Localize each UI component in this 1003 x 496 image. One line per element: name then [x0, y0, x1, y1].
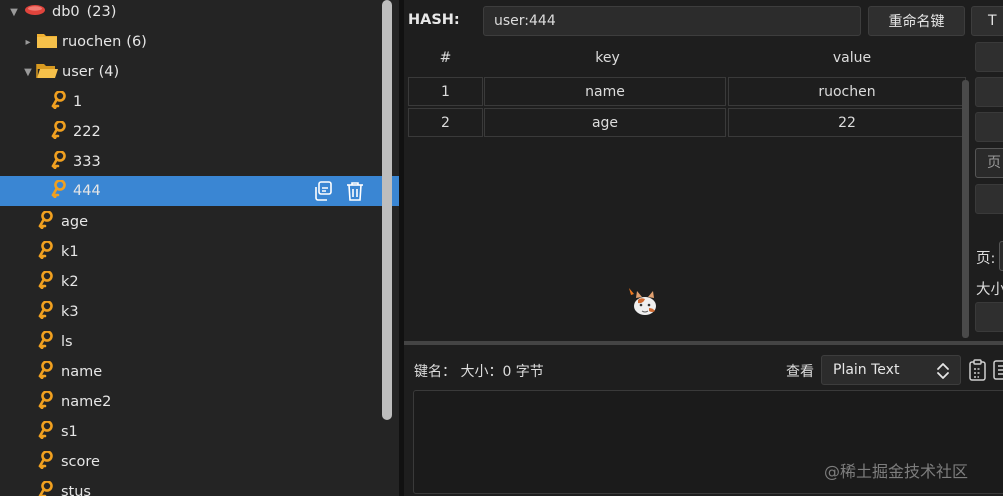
db-count: (23) — [86, 4, 117, 20]
tree-key-row[interactable]: k2 — [0, 267, 399, 297]
add-row-button[interactable] — [975, 42, 1003, 72]
hash-table: # key value 1 name ruochen 2 age 22 — [408, 40, 972, 340]
key-name: ls — [61, 334, 73, 350]
size-apply-button[interactable] — [975, 302, 1003, 332]
key-name: name2 — [61, 394, 112, 410]
key-icon — [51, 120, 67, 143]
key-icon — [51, 90, 67, 113]
cell-value: ruochen — [728, 77, 966, 106]
key-name: 333 — [73, 154, 101, 170]
tree-key-row-selected[interactable]: 444 — [0, 176, 399, 206]
key-name: 1 — [73, 94, 83, 110]
tree-folder-user[interactable]: ▼ user (4) — [0, 57, 399, 87]
tree-key-row[interactable]: 222 — [0, 117, 399, 147]
cell-index: 1 — [408, 77, 483, 106]
key-name: s1 — [61, 424, 78, 440]
tree-key-row[interactable]: 1 — [0, 87, 399, 117]
cell-key: name — [484, 77, 726, 106]
delete-row-button[interactable] — [975, 77, 1003, 107]
tree-key-row[interactable]: name — [0, 357, 399, 387]
key-icon — [38, 300, 54, 323]
key-type-label: HASH: — [408, 12, 460, 28]
format-selected-value: Plain Text — [833, 362, 900, 378]
key-icon — [38, 480, 54, 496]
folder-count: (4) — [98, 64, 120, 80]
key-name: score — [61, 454, 100, 470]
cell-key: age — [484, 108, 726, 137]
key-name: k1 — [61, 244, 79, 260]
tree-key-row[interactable]: ls — [0, 327, 399, 357]
tree-key-row[interactable]: score — [0, 447, 399, 477]
key-icon — [38, 390, 54, 413]
key-icon — [38, 270, 54, 293]
key-tree-panel: ▼ db0 (23) ▸ ruochen (6) ▼ user (4) 1 22… — [0, 0, 399, 496]
key-name: name — [61, 364, 103, 380]
db-name: db0 — [52, 4, 80, 20]
key-name-input[interactable] — [483, 6, 861, 36]
copy-value-icon[interactable] — [967, 358, 989, 386]
key-icon — [51, 150, 67, 173]
folder-open-icon — [36, 61, 58, 83]
rename-key-button[interactable]: 重命名键 — [868, 6, 965, 36]
tree-key-row[interactable]: s1 — [0, 417, 399, 447]
horizontal-splitter[interactable] — [404, 341, 1003, 345]
key-icon — [38, 360, 54, 383]
caret-down-icon[interactable]: ▼ — [22, 67, 34, 78]
tree-key-row[interactable]: age — [0, 207, 399, 237]
folder-closed-icon — [36, 31, 58, 53]
ttl-button[interactable]: T — [971, 6, 1003, 36]
reload-button[interactable] — [975, 112, 1003, 142]
key-name: k2 — [61, 274, 79, 290]
key-icon — [38, 330, 54, 353]
tree-key-row[interactable]: stus — [0, 477, 399, 496]
key-name-meta-label: 键名： — [414, 364, 456, 380]
delete-key-icon[interactable] — [344, 180, 366, 202]
tree-key-row[interactable]: k3 — [0, 297, 399, 327]
caret-right-icon[interactable]: ▸ — [22, 37, 34, 48]
watermark: @稀土掘金技术社区 — [824, 462, 969, 481]
cell-index: 2 — [408, 108, 483, 137]
key-detail-panel: HASH: 重命名键 T # key value 1 name ruochen … — [404, 0, 1003, 496]
updown-chevron-icon — [936, 361, 950, 385]
tree-scrollbar[interactable] — [382, 0, 392, 420]
key-icon — [38, 450, 54, 473]
database-icon — [24, 3, 46, 21]
key-name: 222 — [73, 124, 101, 140]
value-size-label: 大小：0 字节 — [460, 364, 544, 380]
column-header-key[interactable]: key — [487, 40, 728, 76]
copy-key-icon[interactable] — [312, 180, 334, 202]
tree-db-row[interactable]: ▼ db0 (23) — [0, 0, 399, 27]
folder-name: ruochen — [62, 34, 122, 50]
format-value-icon[interactable] — [992, 358, 1003, 386]
tree-key-row[interactable]: 333 — [0, 147, 399, 177]
format-select[interactable]: Plain Text — [821, 355, 961, 385]
key-name: k3 — [61, 304, 79, 320]
tree-key-row[interactable]: name2 — [0, 387, 399, 417]
column-header-value[interactable]: value — [731, 40, 973, 76]
size-label: 大小 — [976, 282, 1003, 298]
tree-folder-ruochen[interactable]: ▸ ruochen (6) — [0, 27, 399, 57]
table-scrollbar[interactable] — [962, 80, 969, 338]
page-input[interactable] — [999, 241, 1003, 271]
page-filter-button[interactable]: 页 — [975, 148, 1003, 178]
key-icon — [38, 210, 54, 233]
value-meta: 键名： 大小：0 字节 — [414, 361, 544, 381]
key-icon — [38, 420, 54, 443]
tree-key-row[interactable]: k1 — [0, 237, 399, 267]
key-name: stus — [61, 484, 91, 496]
key-name: 444 — [73, 183, 101, 199]
folder-count: (6) — [126, 34, 147, 50]
page-label: 页: — [976, 251, 996, 267]
caret-down-icon[interactable]: ▼ — [8, 7, 20, 18]
column-header-index[interactable]: # — [408, 40, 483, 76]
folder-name: user — [62, 64, 94, 80]
key-name: age — [61, 214, 89, 230]
cat-mascot-icon — [628, 286, 658, 322]
cell-value: 22 — [728, 108, 966, 137]
view-as-label: 查看 — [786, 364, 814, 380]
save-button[interactable] — [975, 184, 1003, 214]
key-icon — [38, 240, 54, 263]
key-icon — [51, 179, 67, 202]
